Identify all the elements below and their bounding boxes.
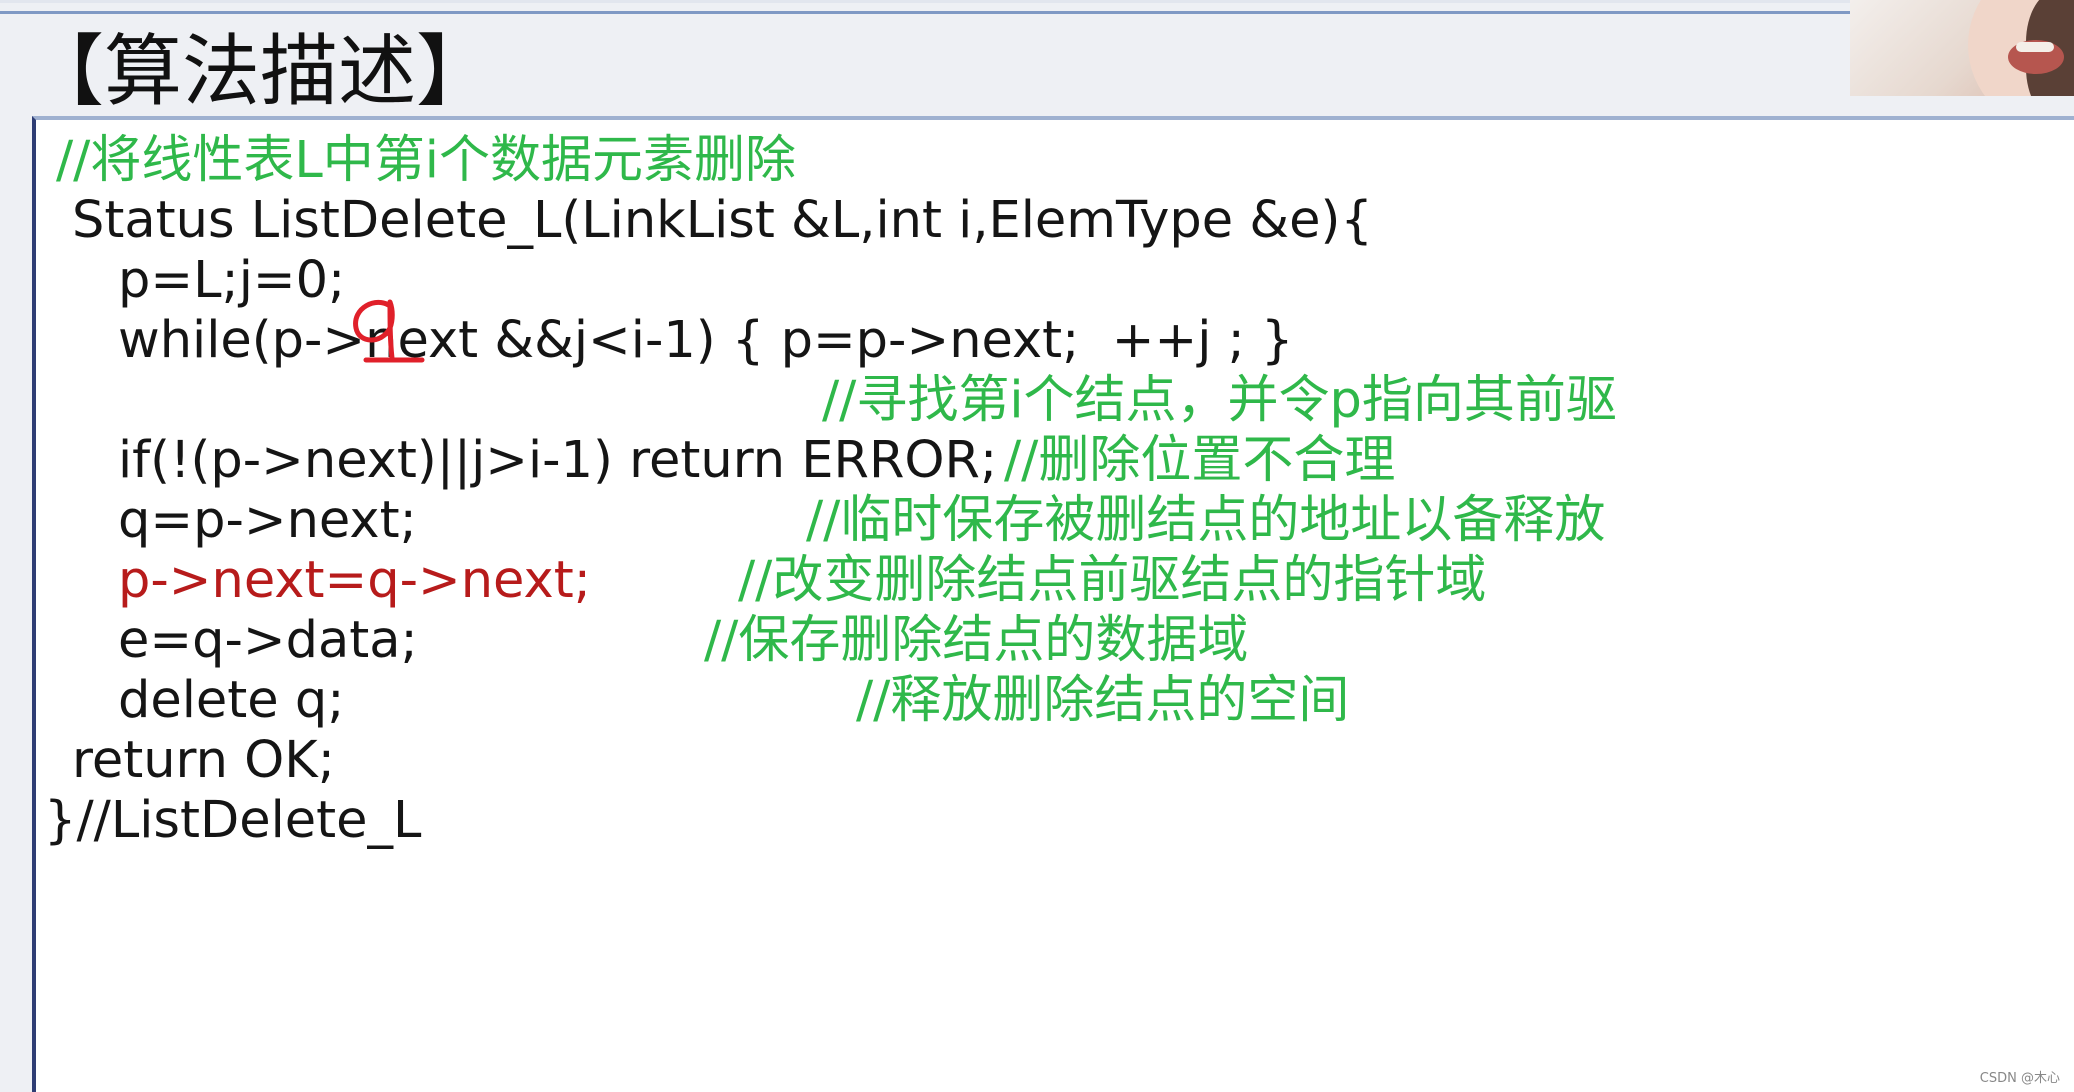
presenter-teeth — [2016, 42, 2054, 52]
comment-change-pointer: //改变删除结点前驱结点的指针域 — [738, 551, 1487, 610]
if-statement: if(!(p->next)||j>i-1) return ERROR; — [118, 431, 998, 490]
comment-header: //将线性表L中第i个数据元素删除 — [56, 131, 796, 190]
code-panel: //将线性表L中第i个数据元素删除 Status ListDelete_L(Li… — [32, 116, 2074, 1092]
init-statement: p=L;j=0; — [118, 251, 346, 310]
top-border-line — [0, 0, 2074, 3]
comment-save-data: //保存删除结点的数据域 — [704, 611, 1249, 670]
link-change-statement: p->next=q->next; — [118, 551, 591, 610]
comment-find-predecessor: //寻找第i个结点，并令p指向其前驱 — [822, 371, 1617, 430]
while-statement: while(p->next &&j<i-1) { p=p->next; ++j … — [118, 311, 1294, 370]
comment-free-space: //释放删除结点的空间 — [856, 671, 1350, 730]
q-assign-statement: q=p->next; — [118, 491, 417, 550]
title-rule-line — [0, 11, 1852, 14]
webcam-overlay — [1850, 0, 2074, 96]
handwritten-q-annotation — [353, 299, 425, 363]
section-title: 【算法描述】 — [26, 27, 495, 117]
delete-statement: delete q; — [118, 671, 345, 730]
closing-brace: }//ListDelete_L — [44, 791, 422, 850]
e-assign-statement: e=q->data; — [118, 611, 418, 670]
return-statement: return OK; — [72, 731, 335, 790]
watermark: CSDN @木心 — [1979, 1071, 2060, 1086]
comment-invalid-position: //删除位置不合理 — [1004, 431, 1396, 490]
comment-save-address: //临时保存被删结点的地址以备释放 — [806, 491, 1606, 550]
function-signature: Status ListDelete_L(LinkList &L,int i,El… — [72, 191, 1373, 250]
